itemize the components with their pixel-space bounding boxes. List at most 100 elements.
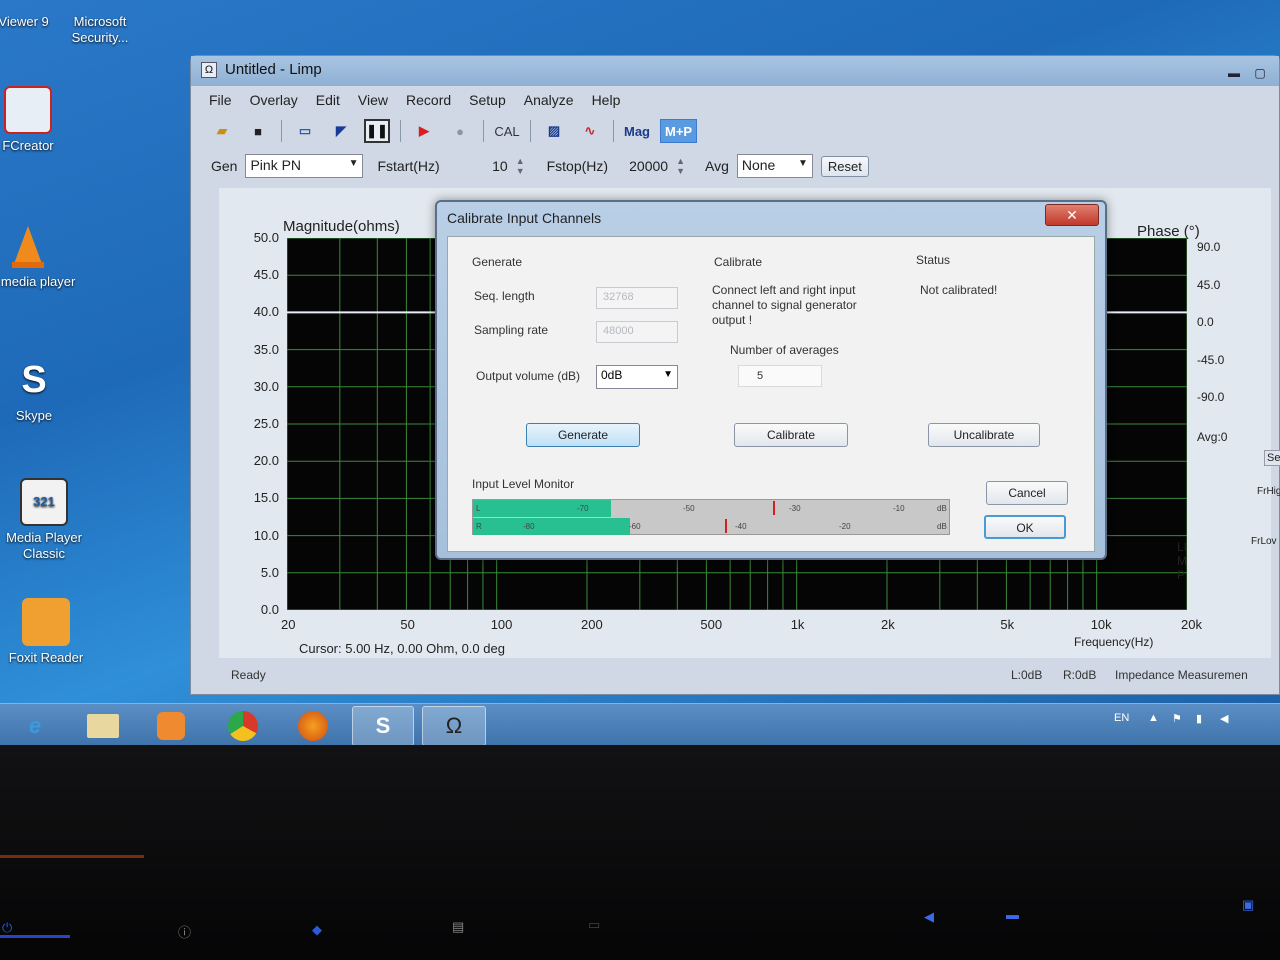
menu-setup[interactable]: Setup	[469, 92, 506, 114]
menu-edit[interactable]: Edit	[316, 92, 340, 114]
toolbar-separator	[483, 120, 484, 142]
cursor-graph-icon[interactable]: ▨	[541, 119, 567, 143]
frequency-axis-title: Frequency(Hz)	[1074, 635, 1154, 649]
fstart-label: Fstart(Hz)	[377, 158, 440, 174]
close-icon[interactable]: ✕	[1045, 204, 1099, 226]
display-icon[interactable]: ▭	[588, 917, 600, 933]
settings-icon[interactable]: ▣	[1242, 897, 1254, 913]
frequency-tick-label: 2k	[881, 617, 895, 632]
calibration-status: Not calibrated!	[920, 283, 998, 297]
fstart-input[interactable]: 10	[448, 158, 508, 174]
meter-tick: -60	[629, 522, 641, 531]
fstart-spinner-icon[interactable]: ▲ ▼	[516, 156, 525, 176]
menu-view[interactable]: View	[358, 92, 388, 114]
desktop-icon-microsoft-security[interactable]: Microsoft Security...	[50, 14, 150, 46]
ok-button[interactable]: OK	[984, 515, 1066, 539]
desktop-icon-foxit-reader[interactable]: Foxit Reader	[0, 598, 96, 666]
chrome-icon[interactable]	[212, 706, 274, 746]
menu-analyze[interactable]: Analyze	[524, 92, 574, 114]
bezel-button-icon[interactable]: ◆	[312, 922, 322, 938]
firefox-icon[interactable]	[282, 706, 344, 746]
menu-file[interactable]: File	[209, 92, 232, 114]
skype-icon: S	[21, 359, 47, 401]
sine-wave-icon[interactable]: ∿	[577, 119, 603, 143]
info-icon[interactable]: ⓘ	[178, 922, 191, 941]
maximize-icon[interactable]: ▢	[1251, 66, 1269, 80]
speaker-volume-icon[interactable]: ◀	[1220, 712, 1228, 725]
menu-help[interactable]: Help	[592, 92, 621, 114]
avg-value: None	[741, 157, 776, 173]
frequency-tick-label: 500	[700, 617, 723, 632]
speaker-icon[interactable]: ◀	[924, 909, 934, 925]
calibrate-instructions: Connect left and right input channel to …	[712, 283, 857, 327]
frequency-tick-label: 10k	[1090, 617, 1112, 632]
minimize-icon[interactable]: ▬	[1225, 66, 1243, 80]
frequency-tick-label: 5k	[1000, 617, 1015, 632]
chevron-down-icon: ▼	[797, 158, 808, 169]
desktop-icon-media-player-classic[interactable]: 321 Media Player Classic	[0, 478, 94, 562]
output-volume-value: 0dB	[601, 368, 623, 382]
meter-tick: -80	[523, 522, 535, 531]
cancel-button[interactable]: Cancel	[986, 481, 1068, 505]
side-panel-se-button[interactable]: Se	[1264, 450, 1280, 466]
monitor-bezel: ⏻ ⓘ ◆ ▤ ▭ ◀ ▬ ▣	[0, 745, 1280, 960]
ie-icon[interactable]: e	[4, 706, 66, 746]
foxit-reader-icon	[22, 598, 70, 646]
reset-button[interactable]: Reset	[820, 155, 869, 177]
left-peak-marker	[772, 501, 775, 515]
uncalibrate-button[interactable]: Uncalibrate	[928, 423, 1040, 447]
cal-button[interactable]: CAL	[494, 119, 520, 143]
save-disk-icon[interactable]: ■	[245, 119, 271, 143]
seq-length-field: 32768	[596, 287, 678, 309]
skype-icon[interactable]: S	[352, 706, 414, 746]
left-level-readout: L:0dB	[1011, 668, 1043, 682]
sampling-rate-field: 48000	[596, 321, 678, 343]
magnitude-tick-label: 30.0	[253, 378, 279, 394]
tray-expand-icon[interactable]: ▲	[1148, 712, 1159, 724]
generate-button[interactable]: Generate	[526, 423, 640, 447]
media-player-icon[interactable]	[140, 706, 202, 746]
power-icon[interactable]: ⏻	[2, 920, 12, 936]
window-titlebar[interactable]: Ω Untitled - Limp ▬ ▢	[191, 56, 1279, 86]
monitor-input-icon[interactable]: ▬	[1006, 907, 1019, 922]
explorer-folder-icon[interactable]	[72, 706, 134, 746]
menu-record[interactable]: Record	[406, 92, 451, 114]
magnitude-axis-title: Magnitude(ohms)	[283, 218, 400, 235]
desktop-icon-label: nViewer 9	[0, 14, 49, 29]
toolbar-separator	[530, 120, 531, 142]
play-icon[interactable]: ▶	[411, 119, 437, 143]
new-document-icon[interactable]: ▭	[292, 119, 318, 143]
gen-label: Gen	[211, 158, 238, 174]
open-folder-icon[interactable]: ▰	[209, 119, 235, 143]
meter-tick: -50	[683, 504, 695, 513]
menu-icon[interactable]: ▤	[452, 919, 464, 935]
action-center-flag-icon[interactable]: ⚑	[1172, 712, 1182, 725]
magnitude-tick-label: 40.0	[253, 304, 279, 320]
calibrate-button[interactable]: Calibrate	[734, 423, 848, 447]
avg-label: Avg	[704, 158, 729, 174]
side-panel-frhigh-label: FrHig	[1257, 486, 1280, 497]
desktop-icon-vlc[interactable]: LC media player	[0, 222, 78, 290]
network-signal-icon[interactable]: ▮	[1196, 712, 1202, 725]
averages-input[interactable]: 5	[738, 365, 822, 387]
menu-overlay[interactable]: Overlay	[250, 92, 298, 114]
fstop-input[interactable]: 20000	[616, 158, 668, 174]
dialog-body: Generate Seq. length 32768 Sampling rate…	[447, 236, 1095, 552]
output-volume-select[interactable]: 0dB ▼	[596, 365, 678, 389]
record-icon[interactable]: ●	[447, 119, 473, 143]
desktop-icon-label: Foxit Reader	[8, 650, 84, 665]
magnitude-button[interactable]: Mag	[624, 119, 650, 143]
avg-select[interactable]: None ▼	[736, 154, 813, 178]
pause-icon[interactable]: ❚❚	[364, 119, 390, 143]
chevron-down-icon: ▼	[348, 158, 359, 169]
magnitude-phase-button[interactable]: M+P	[660, 119, 698, 143]
language-indicator[interactable]: EN	[1114, 712, 1129, 724]
fstop-spinner-icon[interactable]: ▲ ▼	[676, 156, 685, 176]
limp-omega-icon[interactable]: Ω	[422, 706, 486, 746]
desktop-icon-pdf-creator[interactable]: FCreator	[0, 86, 78, 154]
generator-select[interactable]: Pink PN ▼	[245, 154, 364, 178]
marker-flag-icon[interactable]: ◤	[328, 119, 354, 143]
phase-tick-label: -90.0	[1197, 390, 1225, 404]
menubar: File Overlay Edit View Record Setup Anal…	[199, 92, 1271, 114]
desktop-icon-skype[interactable]: S Skype	[0, 356, 84, 424]
